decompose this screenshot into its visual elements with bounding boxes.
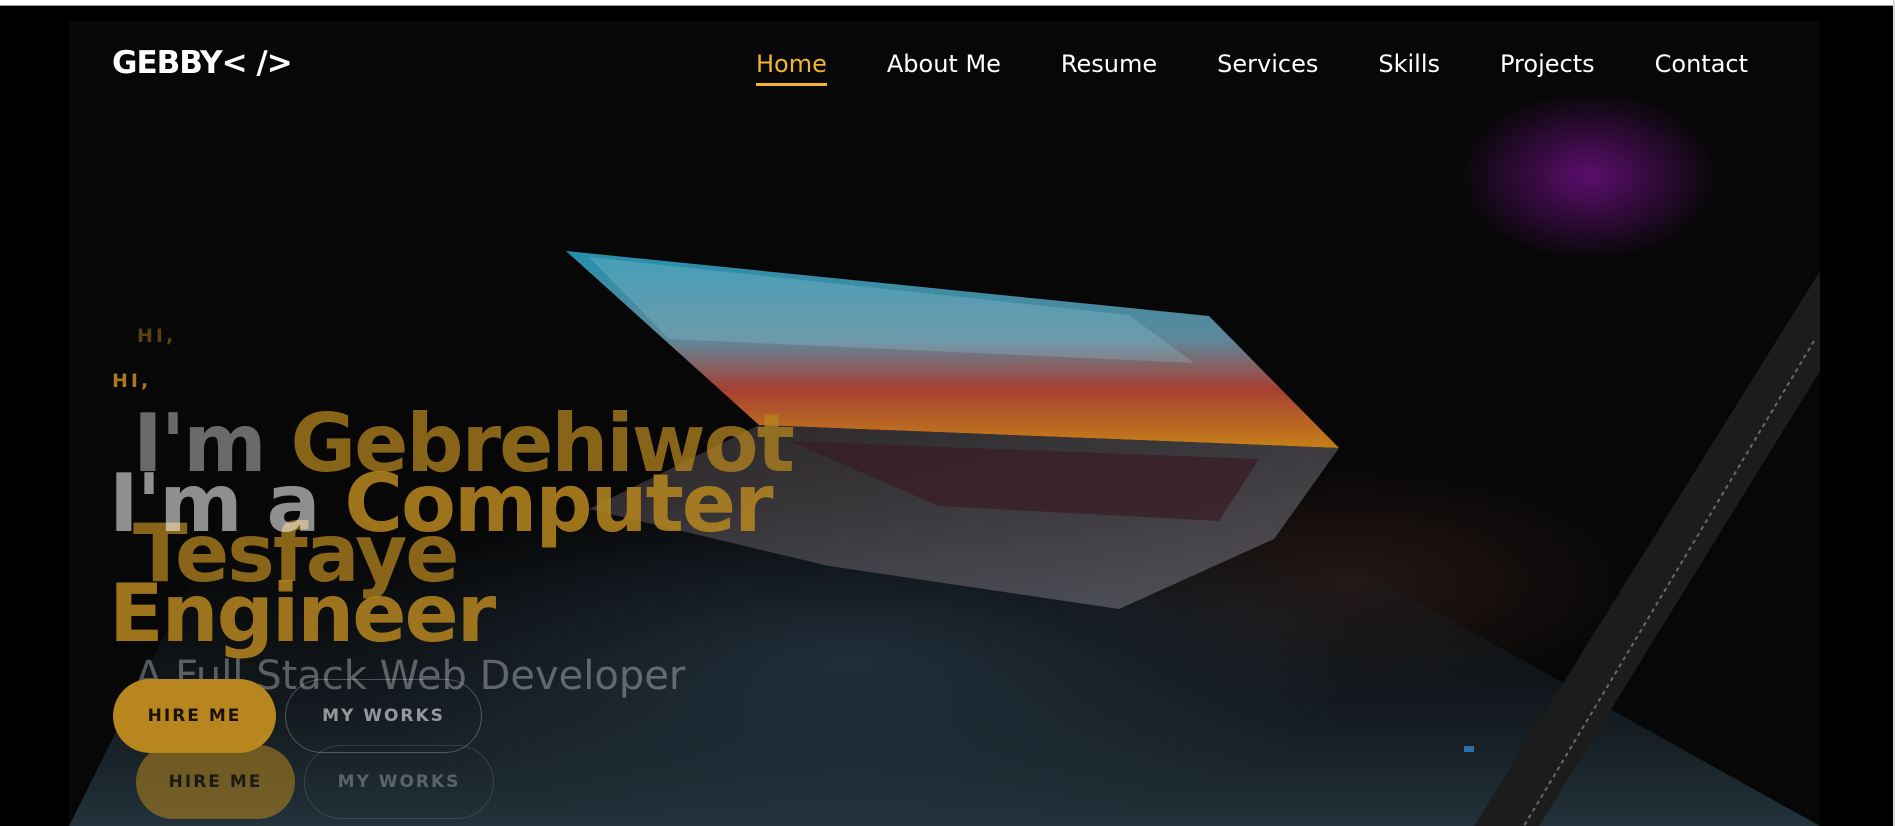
hero-headline-prefix: I'm a [109,457,320,550]
nav-resume[interactable]: Resume [1061,50,1157,86]
hire-me-button[interactable]: HIRE ME [113,679,276,753]
nav-about-me[interactable]: About Me [887,50,1001,86]
logo[interactable]: GEBBY< /> [112,45,293,81]
hire-me-button-back[interactable]: HIRE ME [136,745,295,819]
nav-home[interactable]: Home [755,50,827,86]
hero-section: GEBBY< /> Home About Me Resume Services … [69,21,1820,826]
hero-greeting-back: HI, [137,325,177,347]
window-top-border [0,0,1895,6]
hero-headline: I'm a Computer Engineer [109,449,909,669]
nav-contact[interactable]: Contact [1655,50,1748,86]
status-led [1464,746,1474,752]
nav-projects[interactable]: Projects [1500,50,1595,86]
hero-greeting: HI, [112,370,152,392]
main-nav: Home About Me Resume Services Skills Pro… [755,50,1748,86]
nav-skills[interactable]: Skills [1378,50,1440,86]
nav-services[interactable]: Services [1217,50,1318,86]
my-works-button[interactable]: MY WORKS [285,679,482,753]
my-works-button-back[interactable]: MY WORKS [304,745,494,819]
